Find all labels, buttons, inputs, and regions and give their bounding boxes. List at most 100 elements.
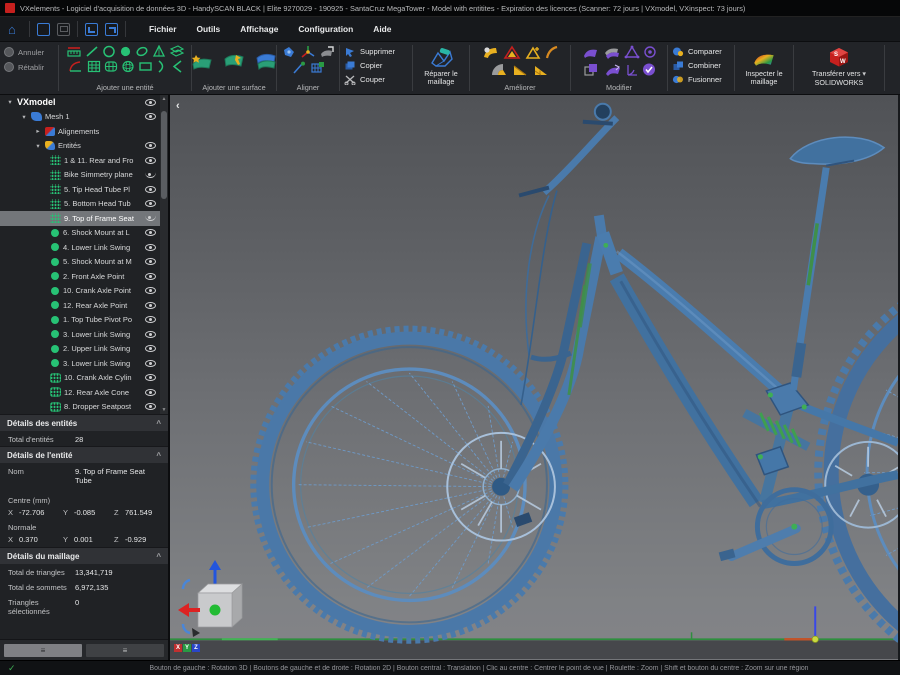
line-entity-icon[interactable] (85, 45, 99, 58)
align-axes-icon[interactable] (300, 45, 316, 59)
manual-surface-icon[interactable] (222, 51, 246, 71)
tree-entity[interactable]: 2. Front Axle Point (0, 269, 168, 284)
tree-node-mesh[interactable]: ▾Mesh 1 (0, 110, 168, 125)
visibility-eye-icon[interactable] (145, 302, 156, 309)
scrollbar-thumb[interactable] (161, 111, 167, 199)
extend-surface-icon[interactable] (604, 62, 622, 77)
visibility-eye-icon[interactable] (145, 142, 156, 149)
tree-entity[interactable]: 1 & 11. Rear and Fro (0, 153, 168, 168)
boolean-icon[interactable] (583, 62, 601, 77)
compare-button[interactable]: Comparer (672, 46, 730, 57)
tree-entity[interactable]: 3. Lower Link Swing (0, 327, 168, 342)
x-axis-arrow[interactable] (178, 603, 189, 617)
fill-holes-icon[interactable] (482, 45, 500, 60)
visibility-eye-icon[interactable] (145, 403, 156, 410)
visibility-eye-icon[interactable] (145, 244, 156, 251)
tree-entity[interactable]: 4. Lower Link Swing (0, 240, 168, 255)
repair-mesh-button[interactable]: Réparer le maillage (415, 45, 467, 87)
visibility-eye-icon[interactable] (145, 389, 156, 396)
inspect-mesh-button[interactable]: Inspecter le maillage (738, 45, 790, 87)
offset-surface-icon[interactable] (603, 45, 621, 60)
visibility-eye-icon[interactable] (145, 316, 156, 323)
visibility-eye-closed-icon[interactable] (145, 215, 156, 221)
tree-entity[interactable]: 8. Dropper Seatpost (0, 400, 168, 415)
tree-entity[interactable]: 2. Upper Link Swing (0, 342, 168, 357)
copy-button[interactable]: Copier (344, 60, 408, 71)
chevron-down-icon[interactable]: ▾ (6, 98, 14, 106)
redo-button[interactable]: Rétablir (4, 62, 54, 72)
tree-entity[interactable]: 10. Crank Axle Point (0, 284, 168, 299)
visibility-eye-icon[interactable] (145, 113, 156, 120)
tree-entity[interactable]: 5. Shock Mount at M (0, 255, 168, 270)
align-grid-icon[interactable] (310, 61, 326, 75)
chevron-down-icon[interactable]: ▾ (34, 142, 42, 150)
arc-entity-icon[interactable] (68, 60, 84, 73)
align-pin1-icon[interactable] (291, 61, 307, 75)
tree-entity[interactable]: Bike Simmetry plane (0, 168, 168, 183)
chevron-down-icon[interactable]: ▾ (862, 69, 866, 78)
validate-icon[interactable] (642, 62, 656, 77)
polyline-entity-icon[interactable] (171, 60, 183, 73)
viewport-3d[interactable]: ‹ (170, 95, 898, 660)
rectangle-entity-icon[interactable] (138, 60, 153, 73)
flip-normals-icon[interactable] (643, 45, 657, 60)
collapse-caret-icon[interactable]: ^ (156, 419, 161, 428)
auto-surface-icon[interactable] (190, 51, 214, 71)
z-axis-arrow[interactable] (209, 560, 221, 570)
decimate-icon[interactable] (511, 62, 529, 77)
collapse-caret-icon[interactable]: ^ (156, 552, 161, 561)
tree-entity[interactable]: 1. Top Tube Pivot Po (0, 313, 168, 328)
tree-entity[interactable]: 5. Tip Head Tube Pl (0, 182, 168, 197)
sphere-entity-icon[interactable] (121, 60, 135, 73)
visibility-eye-icon[interactable] (145, 186, 156, 193)
point-entity-icon[interactable] (119, 45, 132, 58)
menu-fichier[interactable]: Fichier (140, 20, 185, 38)
visibility-eye-icon[interactable] (145, 99, 156, 106)
visibility-eye-icon[interactable] (145, 229, 156, 236)
visibility-eye-icon[interactable] (145, 157, 156, 164)
defeature-icon[interactable] (582, 45, 600, 60)
menu-outils[interactable]: Outils (187, 20, 229, 38)
collapse-caret-icon[interactable]: ^ (156, 451, 161, 460)
cone-entity-icon[interactable] (152, 45, 166, 58)
chevron-down-icon[interactable]: ▾ (20, 113, 28, 121)
edit-triangle-icon[interactable] (624, 45, 640, 60)
tree-entity[interactable]: 10. Crank Axle Cylin (0, 371, 168, 386)
align-scanner-icon[interactable] (281, 45, 297, 59)
tree-node-vxmodel[interactable]: ▾VXmodel (0, 95, 168, 110)
slot-entity-icon[interactable] (104, 60, 118, 73)
transfer-solidworks-button[interactable]: SW Transférer vers ▾ SOLIDWORKS (812, 45, 866, 88)
circle-entity-icon[interactable] (102, 45, 116, 58)
new-document-icon[interactable] (37, 23, 50, 36)
mesh-details-header[interactable]: Détails du maillage^ (0, 547, 168, 564)
menu-aide[interactable]: Aide (364, 20, 400, 38)
mesh-plane-entity-icon[interactable] (87, 60, 101, 73)
scroll-up-icon[interactable]: ▲ (160, 95, 168, 103)
save-icon[interactable] (57, 23, 70, 36)
menu-affichage[interactable]: Affichage (231, 20, 287, 38)
bike-3d-model[interactable] (170, 95, 898, 660)
tree-scrollbar[interactable]: ▲▼ (160, 95, 168, 414)
combine-button[interactable]: Combiner (672, 60, 730, 71)
resurface-icon[interactable] (254, 51, 278, 71)
tree-entity[interactable]: 5. Bottom Head Tub (0, 197, 168, 212)
export-icon[interactable] (105, 23, 118, 36)
measure-angle-icon[interactable] (625, 62, 639, 77)
import-icon[interactable] (85, 23, 98, 36)
tree-entity[interactable]: 12. Rear Axle Point (0, 298, 168, 313)
visibility-eye-icon[interactable] (145, 258, 156, 265)
rotate-up-arrow-icon[interactable] (183, 580, 190, 589)
align-surface-icon[interactable] (319, 45, 335, 59)
visibility-eye-icon[interactable] (145, 374, 156, 381)
panel-collapse-icon[interactable]: ‹ (176, 101, 180, 111)
delete-button[interactable]: Supprimer (344, 46, 408, 57)
smooth-mesh-icon[interactable] (490, 62, 508, 77)
visibility-eye-closed-icon[interactable] (145, 172, 156, 178)
entities-details-header[interactable]: Détails des entités^ (0, 414, 168, 431)
ruler-entity-icon[interactable] (66, 45, 82, 58)
visibility-eye-icon[interactable] (145, 331, 156, 338)
fuse-button[interactable]: Fusionner (672, 74, 730, 85)
tree-entity[interactable]: 12. Rear Axle Cone (0, 385, 168, 400)
refine-icon[interactable] (532, 62, 550, 77)
add-triangles-icon[interactable] (524, 45, 542, 60)
